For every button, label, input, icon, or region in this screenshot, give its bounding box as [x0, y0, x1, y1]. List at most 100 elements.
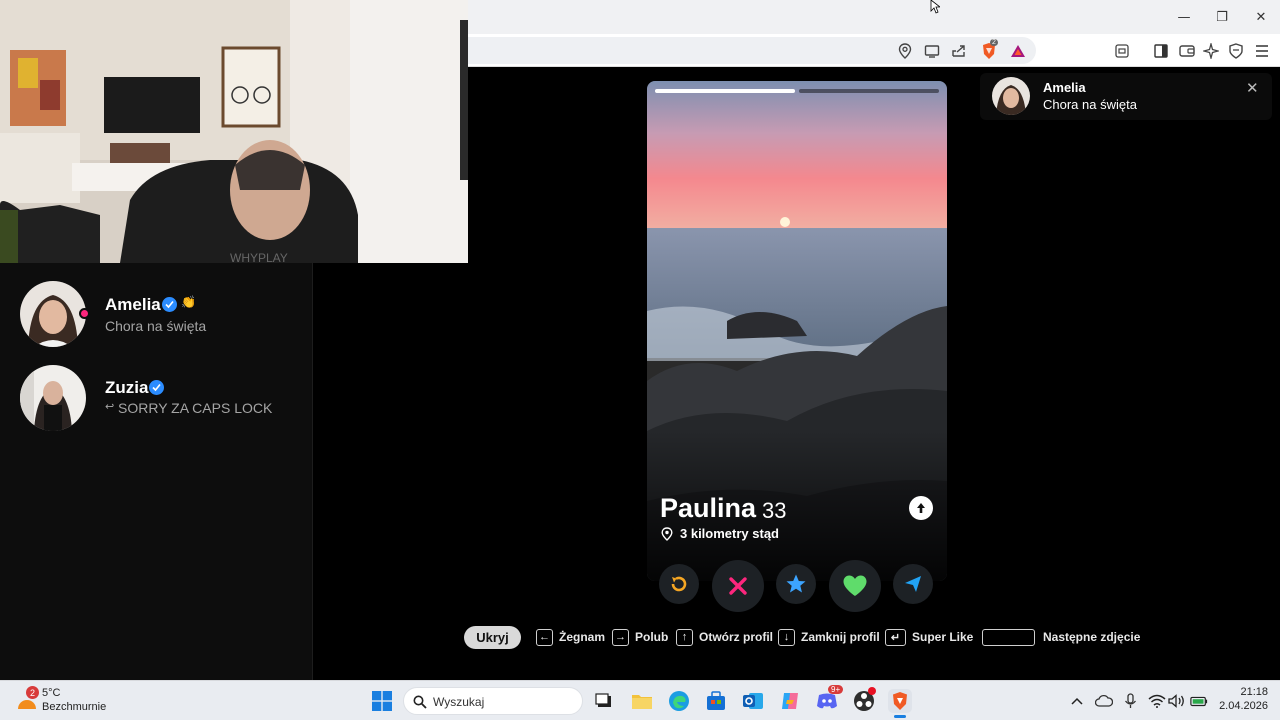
nope-button[interactable] [712, 560, 764, 612]
close-window-button[interactable]: ✕ [1249, 6, 1273, 28]
space-key-icon [982, 628, 1035, 646]
recording-indicator [868, 687, 876, 695]
close-notification-button[interactable]: ✕ [1246, 79, 1259, 97]
mic-tray-button[interactable] [1122, 692, 1140, 710]
wifi-icon [1148, 694, 1166, 708]
arrow-right-key-icon: → [612, 628, 629, 646]
browser-titlebar: — ❐ ✕ [468, 0, 1280, 34]
heart-icon [843, 575, 867, 596]
profile-name: Paulina [660, 493, 757, 523]
match-last-message: Chora na święta [105, 318, 207, 334]
share-icon[interactable] [950, 42, 968, 60]
notification-avatar [992, 77, 1030, 115]
arrow-up-icon [917, 503, 925, 513]
screen: — ❐ ✕ 2 WHYPLAY Amelia 👏 Chora na święta… [0, 0, 1280, 720]
super-like-button[interactable] [776, 564, 816, 604]
outlook-button[interactable] [741, 689, 765, 713]
volume-tray-button[interactable] [1168, 692, 1186, 710]
online-indicator [79, 308, 90, 319]
file-explorer-button[interactable] [630, 689, 654, 713]
shortcut-like: → Polub [612, 626, 668, 648]
photo-progress-segment [799, 89, 939, 93]
weather-widget[interactable]: 2 5°C Bezchmurnie [14, 686, 124, 715]
onedrive-tray-button[interactable] [1095, 692, 1113, 710]
sidebar-icon[interactable] [1152, 42, 1170, 60]
search-icon [413, 695, 427, 709]
folder-icon [632, 695, 652, 709]
webcam-overlay: WHYPLAY [0, 0, 468, 263]
like-button[interactable] [829, 560, 881, 612]
rewind-button[interactable] [659, 564, 699, 604]
match-last-message: SORRY ZA CAPS LOCK [118, 400, 273, 416]
clock-time: 21:18 [1240, 686, 1268, 698]
arrow-down-key-icon: ↓ [778, 628, 795, 646]
open-profile-button[interactable] [909, 496, 933, 520]
wifi-tray-button[interactable] [1148, 692, 1166, 710]
obs-button[interactable] [852, 687, 876, 713]
edge-button[interactable] [667, 689, 691, 713]
clock[interactable]: 21:18 2.04.2026 [1212, 686, 1268, 716]
hide-shortcuts-button[interactable]: Ukryj [464, 626, 521, 649]
avatar [20, 365, 86, 431]
discord-icon [817, 693, 837, 709]
close-icon: ✕ [1246, 79, 1259, 97]
notification-message: Chora na święta [1043, 97, 1137, 112]
store-icon [707, 691, 725, 710]
menu-icon[interactable] [1253, 42, 1271, 60]
restore-icon: ❐ [1216, 9, 1228, 25]
shortcut-label: Super Like [912, 630, 974, 644]
photo-progress [655, 89, 939, 93]
location-icon[interactable] [896, 42, 914, 60]
match-name: Zuzia [105, 378, 149, 397]
brave-taskbar-button[interactable] [888, 689, 912, 718]
microphone-icon [1125, 693, 1136, 708]
active-app-indicator [894, 715, 906, 718]
shield-badge: 2 [990, 39, 998, 46]
discord-button[interactable]: 9+ [815, 685, 844, 713]
edge-icon [669, 691, 689, 711]
weather-desc: Bezchmurnie [42, 701, 107, 713]
chevron-up-icon [1071, 697, 1083, 705]
boost-button[interactable] [893, 564, 933, 604]
restore-button[interactable]: ❐ [1210, 6, 1234, 28]
outlook-icon [743, 693, 763, 709]
wallet-icon[interactable] [1178, 42, 1196, 60]
star-icon [786, 574, 806, 593]
avatar [20, 281, 86, 347]
webcam-feed-image: WHYPLAY [0, 0, 468, 263]
tray-overflow-button[interactable] [1068, 692, 1086, 710]
mouse-cursor-icon [930, 0, 940, 14]
start-button[interactable] [370, 689, 394, 713]
vpn-icon[interactable] [1227, 42, 1245, 60]
notification-name: Amelia [1043, 80, 1086, 95]
profile-age: 33 [762, 498, 787, 523]
store-button[interactable] [704, 689, 728, 713]
shortcut-label: Polub [635, 630, 669, 644]
emoji-icon: 👏 [181, 295, 196, 309]
task-view-button[interactable] [592, 689, 616, 713]
discord-badge: 9+ [828, 685, 844, 694]
copilot-button[interactable] [778, 689, 802, 713]
shortcut-open-profile: ↑ Otwórz profil [676, 626, 773, 648]
shortcut-nope: ← Żegnam [536, 626, 605, 648]
brave-rewards-icon[interactable] [1009, 42, 1027, 60]
battery-tray-button[interactable] [1190, 692, 1208, 710]
brave-shield-icon[interactable]: 2 [980, 39, 998, 60]
shortcut-label: Żegnam [559, 630, 606, 644]
match-item-amelia[interactable]: Amelia 👏 Chora na święta [0, 280, 313, 350]
arrow-up-key-icon: ↑ [676, 628, 693, 646]
verified-badge-icon [162, 297, 177, 312]
shortcut-next-photo: Następne zdjęcie [982, 626, 1140, 648]
rewind-icon [671, 576, 687, 592]
minimize-button[interactable]: — [1172, 6, 1196, 28]
battery-icon [1190, 696, 1208, 707]
clock-date: 2.04.2026 [1219, 700, 1268, 712]
cast-icon[interactable] [923, 42, 941, 60]
message-notification[interactable]: Amelia Chora na święta ✕ [980, 73, 1272, 120]
enter-key-icon: ↵ [885, 628, 906, 646]
leo-ai-icon[interactable] [1202, 42, 1220, 60]
reader-mode-icon[interactable] [1113, 42, 1131, 60]
taskbar-search[interactable]: Wyszukaj [403, 687, 583, 715]
match-item-zuzia[interactable]: Zuzia ↩ SORRY ZA CAPS LOCK [0, 363, 313, 433]
profile-card[interactable]: Paulina 33 3 kilometry stąd [647, 81, 947, 581]
